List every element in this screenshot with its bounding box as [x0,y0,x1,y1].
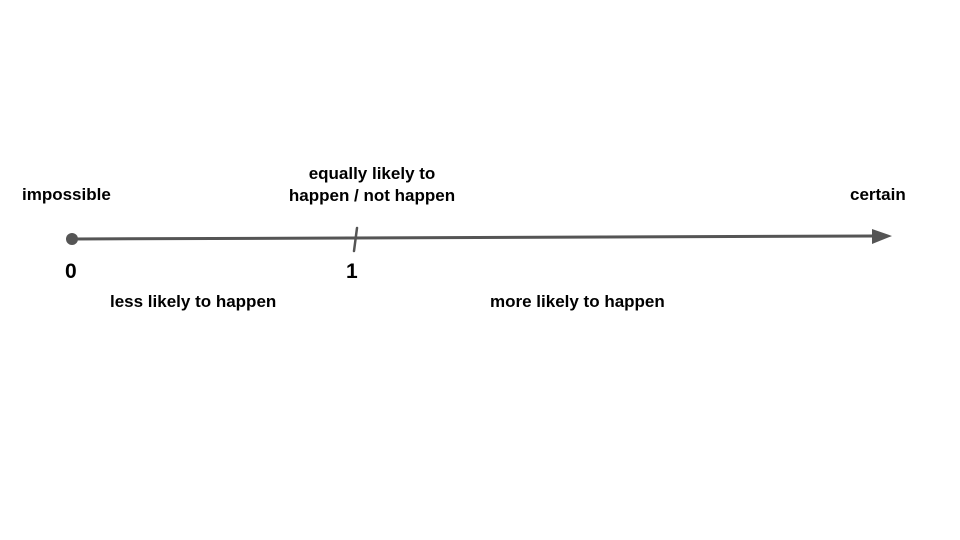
midpoint-tick-mark [352,226,359,253]
less-likely-label: less likely to happen [110,292,277,311]
equally-likely-line-2: happen / not happen [288,186,456,205]
certain-label: certain [850,185,906,204]
probability-line-svg [66,226,892,253]
axis-start-dot [66,233,78,245]
tick-label-zero: 0 [65,260,77,283]
axis-arrowhead [872,229,892,244]
equally-likely-line-1: equally likely to [308,164,436,183]
more-likely-label: more likely to happen [490,292,665,311]
equally-likely-label: equally likely to happen / not happen [272,163,472,207]
probability-axis-line [70,234,877,241]
impossible-label: impossible [22,185,111,204]
tick-label-one: 1 [346,260,358,283]
